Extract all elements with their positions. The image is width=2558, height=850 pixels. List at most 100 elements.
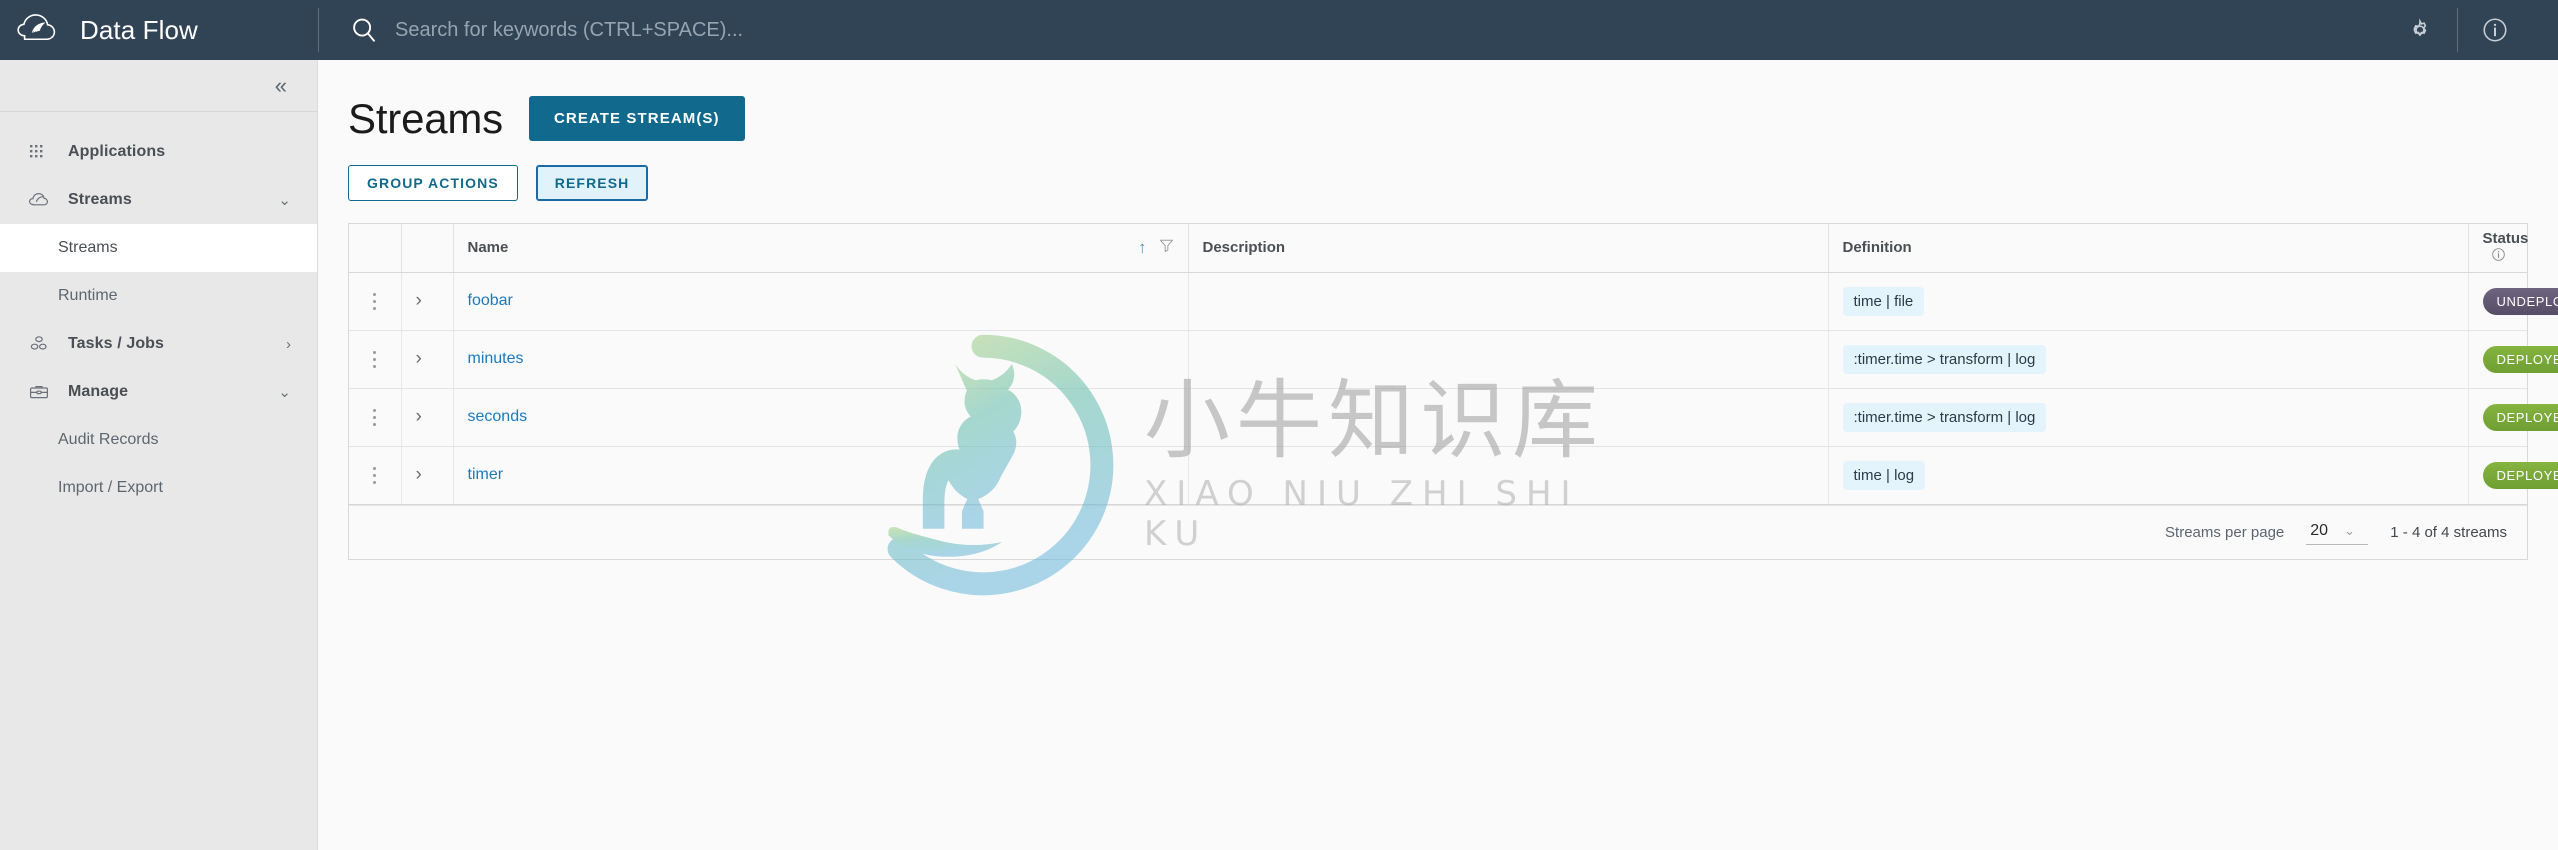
per-page-select[interactable]: 20 ⌄ — [2306, 520, 2369, 545]
sidebar-item-manage[interactable]: Manage ⌄ — [0, 368, 317, 416]
table-row[interactable]: › minutes :timer.time > transform | log … — [349, 330, 2558, 389]
th-definition: Definition — [1827, 224, 2468, 273]
sidebar-sub-label: Audit Records — [58, 431, 159, 448]
row-expand-cell[interactable]: › — [400, 272, 453, 331]
th-description-label: Description — [1202, 239, 1286, 257]
stream-name-link[interactable]: timer — [468, 466, 504, 483]
table-row[interactable]: › timer time | log DEPLOYED — [349, 446, 2558, 505]
sidebar-sub-label: Import / Export — [58, 479, 163, 496]
th-row-expand — [400, 224, 453, 273]
sidebar-item-applications[interactable]: Applications — [0, 128, 317, 176]
global-search[interactable] — [319, 0, 2383, 60]
chevron-down-icon[interactable]: ⌄ — [278, 193, 291, 208]
table-header-row: Name ↑ Description Definition Status — [349, 224, 2529, 273]
sidebar-item-manage-audit-records[interactable]: Audit Records — [0, 416, 317, 464]
chevron-down-icon[interactable]: ⌄ — [278, 385, 291, 400]
row-menu-cell[interactable] — [349, 446, 401, 505]
refresh-button[interactable]: REFRESH — [535, 165, 649, 201]
chevron-right-icon[interactable]: › — [416, 291, 422, 310]
streams-table: Name ↑ Description Definition Status › f… — [349, 224, 2558, 505]
app-shell: « Applications Streams ⌄ Streams Runtime… — [0, 60, 2558, 850]
sidebar-item-label: Streams — [68, 191, 132, 208]
streams-table-card: Name ↑ Description Definition Status › f… — [348, 223, 2558, 560]
sidebar-item-label: Applications — [68, 143, 166, 160]
sort-ascending-icon[interactable]: ↑ — [1138, 239, 1147, 256]
main-content: Streams CREATE STREAM(S) GROUP ACTIONS R… — [318, 60, 2558, 850]
table-body: › foobar time | file UNDEPLOYED — [349, 272, 2558, 505]
row-definition-cell: :timer.time > transform | log — [1827, 330, 2468, 389]
th-description: Description — [1187, 224, 1828, 273]
row-description-cell — [1187, 272, 1828, 331]
page-header: Streams CREATE STREAM(S) — [348, 96, 2528, 141]
sidebar-item-label: Tasks / Jobs — [68, 335, 165, 352]
row-menu-cell[interactable] — [349, 388, 401, 447]
chevron-right-icon[interactable]: › — [416, 349, 422, 368]
about-button[interactable] — [2458, 0, 2532, 60]
brand-title: Data Flow — [80, 14, 198, 45]
grid-dots-icon — [28, 141, 54, 163]
chevron-right-icon[interactable]: › — [416, 465, 422, 484]
sidebar-collapse-button[interactable]: « — [269, 71, 293, 101]
sidebar-item-tasks-jobs[interactable]: Tasks / Jobs › — [0, 320, 317, 368]
row-expand-cell[interactable]: › — [400, 330, 453, 389]
th-name: Name ↑ — [452, 224, 1188, 273]
row-name-cell[interactable]: minutes — [452, 330, 1188, 389]
brand[interactable]: 01011 Data Flow — [0, 0, 318, 60]
filter-icon[interactable] — [1159, 238, 1174, 257]
definition-pill: time | log — [1842, 460, 1926, 490]
row-expand-cell[interactable]: › — [400, 446, 453, 505]
row-name-cell[interactable]: seconds — [452, 388, 1188, 447]
row-definition-cell: time | log — [1827, 446, 2468, 505]
kebab-menu-icon[interactable] — [363, 346, 385, 372]
row-menu-cell[interactable] — [349, 330, 401, 389]
per-page-label: Streams per page — [2165, 523, 2285, 541]
sidebar-item-streams-runtime[interactable]: Runtime — [0, 272, 317, 320]
spring-cloud-logo-icon: 01011 — [17, 14, 56, 41]
stream-name-link[interactable]: minutes — [468, 350, 524, 367]
definition-pill: :timer.time > transform | log — [1842, 344, 2047, 374]
svg-text:01011: 01011 — [28, 31, 40, 36]
sidebar-item-streams[interactable]: Streams ⌄ — [0, 176, 317, 224]
sidebar-item-label: Manage — [68, 383, 129, 400]
th-status-label: Status — [2482, 229, 2529, 247]
search-icon — [353, 18, 375, 42]
row-description-cell — [1187, 388, 1828, 447]
stream-name-link[interactable]: foobar — [468, 292, 513, 309]
stream-name-link[interactable]: seconds — [468, 408, 528, 425]
row-status-cell: DEPLOYED — [2467, 388, 2558, 447]
row-name-cell[interactable]: timer — [452, 446, 1188, 505]
table-head: Name ↑ Description Definition Status — [349, 224, 2529, 273]
sidebar-item-streams-streams[interactable]: Streams — [0, 224, 317, 272]
sidebar-sub-label: Streams — [58, 239, 118, 256]
row-expand-cell[interactable]: › — [400, 388, 453, 447]
row-status-cell: DEPLOYED — [2467, 446, 2558, 505]
header-actions — [2383, 0, 2558, 60]
row-menu-cell[interactable] — [349, 272, 401, 331]
create-streams-button[interactable]: CREATE STREAM(S) — [528, 96, 745, 141]
chevron-right-icon[interactable]: › — [416, 407, 422, 426]
status-badge: DEPLOYED — [2482, 403, 2558, 431]
status-badge: DEPLOYED — [2482, 345, 2558, 373]
group-actions-button[interactable]: GROUP ACTIONS — [348, 165, 518, 201]
chevron-right-icon[interactable]: › — [286, 337, 291, 352]
toolbar: GROUP ACTIONS REFRESH — [348, 165, 2528, 201]
table-footer: Streams per page 20 ⌄ 1 - 4 of 4 streams — [349, 504, 2527, 559]
kebab-menu-icon[interactable] — [363, 462, 385, 488]
sidebar-nav: Applications Streams ⌄ Streams Runtime T… — [0, 112, 317, 512]
table-row[interactable]: › foobar time | file UNDEPLOYED — [349, 272, 2558, 331]
settings-button[interactable] — [2383, 0, 2457, 60]
th-status: Status — [2467, 224, 2529, 273]
kebab-menu-icon[interactable] — [363, 288, 385, 314]
search-input[interactable] — [395, 10, 1095, 50]
status-badge: UNDEPLOYED — [2482, 287, 2558, 315]
kebab-menu-icon[interactable] — [363, 404, 385, 430]
table-row[interactable]: › seconds :timer.time > transform | log … — [349, 388, 2558, 447]
row-description-cell — [1187, 330, 1828, 389]
status-info-icon[interactable] — [2491, 247, 2506, 266]
th-name-label: Name — [467, 239, 509, 257]
row-name-cell[interactable]: foobar — [452, 272, 1188, 331]
sidebar-header: « — [0, 60, 317, 112]
gear-icon — [2413, 18, 2427, 36]
sidebar-item-manage-import-export[interactable]: Import / Export — [0, 464, 317, 512]
sidebar: « Applications Streams ⌄ Streams Runtime… — [0, 60, 318, 850]
